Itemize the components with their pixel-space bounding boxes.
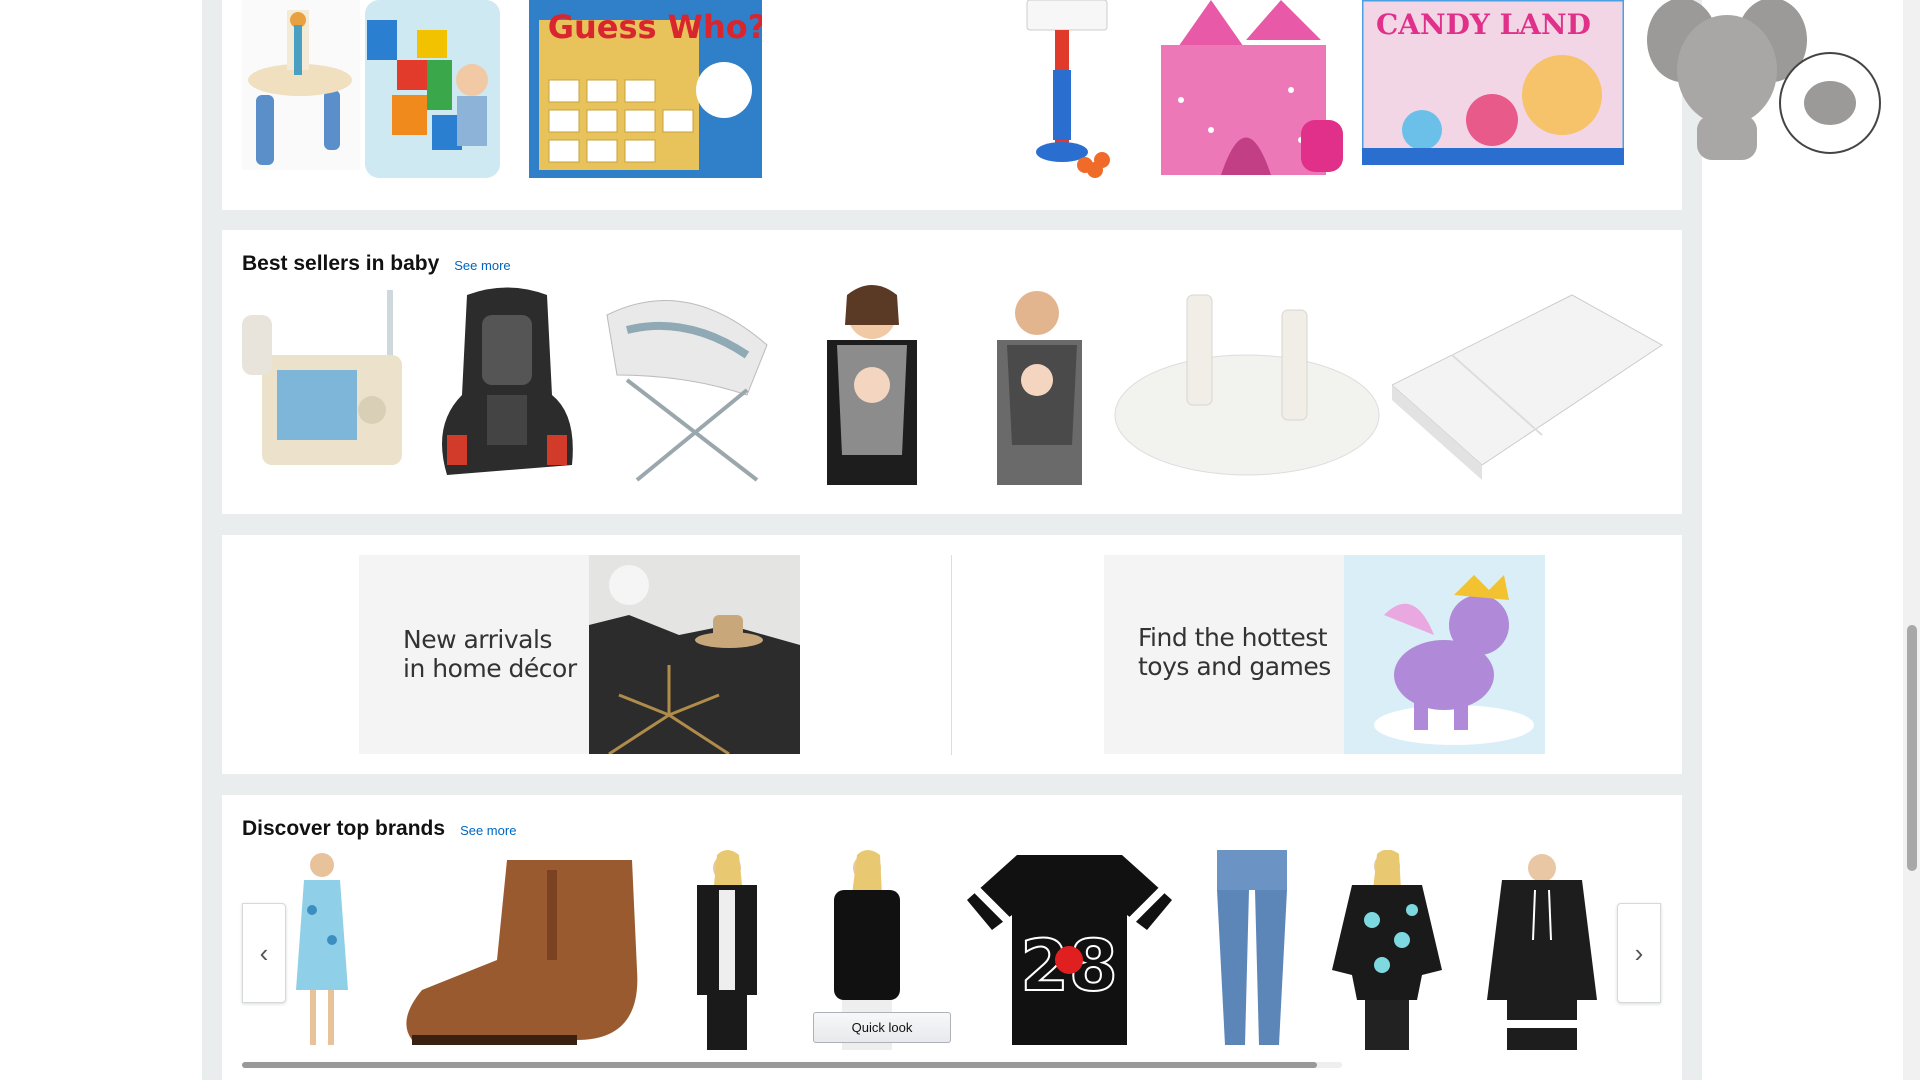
product-basketball-hoop[interactable]: [1017, 0, 1127, 180]
promo-toys-games[interactable]: Find the hottest toys and games: [1104, 555, 1545, 754]
product-changing-pad[interactable]: [1392, 285, 1667, 485]
product-outlet-plug-cover[interactable]: [1112, 285, 1382, 485]
promo-card: New arrivals in home décor Find the hott…: [222, 535, 1682, 774]
product-ankle-boot[interactable]: [397, 850, 642, 1050]
product-baby-wrap-man[interactable]: [972, 285, 1102, 485]
product-car-seat[interactable]: [427, 285, 587, 485]
page-scrollbar[interactable]: [1903, 0, 1920, 1080]
promo-toys-games-text: Find the hottest toys and games: [1138, 623, 1331, 681]
product-baby-monitor[interactable]: [242, 285, 412, 480]
carousel-prev-button[interactable]: ‹: [242, 903, 286, 1003]
baby-see-more-link[interactable]: See more: [454, 258, 510, 273]
pony-toy-image: [1344, 555, 1545, 754]
promo-home-decor-line1: New arrivals: [403, 625, 552, 654]
carousel-next-button[interactable]: ›: [1617, 903, 1661, 1003]
product-blue-jeans[interactable]: [1207, 850, 1297, 1050]
chevron-right-icon: ›: [1634, 937, 1644, 968]
product-candy-land[interactable]: CANDY LAND: [1362, 0, 1624, 165]
product-baby-wrap-woman[interactable]: [787, 285, 962, 485]
product-floral-dress[interactable]: [282, 850, 362, 1050]
product-black-hoodie[interactable]: [1477, 850, 1607, 1050]
product-cardigan-outfit[interactable]: [677, 850, 777, 1050]
quick-look-button[interactable]: Quick look: [813, 1012, 951, 1043]
chevron-left-icon: ‹: [259, 937, 269, 968]
brands-see-more-link[interactable]: See more: [460, 823, 516, 838]
top-brands-card: Discover top brands See more ‹ › Quick l…: [222, 795, 1682, 1080]
promo-home-decor-line2: in home décor: [403, 654, 577, 683]
page-scrollbar-thumb[interactable]: [1907, 625, 1917, 871]
carousel-scrollbar-thumb[interactable]: [242, 1062, 1317, 1068]
product-plush-elephant[interactable]: [1642, 0, 1887, 170]
product-minnie-tee[interactable]: 28: [967, 850, 1172, 1050]
baby-section-title: Best sellers in baby: [242, 252, 440, 275]
promo-toys-games-line1: Find the hottest: [1138, 623, 1328, 652]
product-guess-who[interactable]: Guess Who?: [529, 0, 762, 178]
promo-divider: [951, 555, 952, 755]
product-mega-bloks[interactable]: [357, 0, 509, 180]
brands-section-title: Discover top brands: [242, 817, 446, 840]
promo-home-decor[interactable]: New arrivals in home décor: [359, 555, 800, 754]
baby-section-header: Best sellers in baby See more: [242, 252, 511, 276]
home-decor-image: [589, 555, 800, 754]
toys-row-card: Guess Who? CANDY LAND: [222, 0, 1881, 210]
best-sellers-baby-card: Best sellers in baby See more: [222, 230, 1682, 514]
product-castle-tent[interactable]: [1151, 0, 1351, 180]
brands-section-header: Discover top brands See more: [242, 817, 516, 841]
product-water-table[interactable]: [242, 0, 360, 170]
product-baby-rocker[interactable]: [597, 285, 777, 485]
candy-land-title-text: CANDY LAND: [1376, 8, 1591, 41]
promo-home-decor-text: New arrivals in home décor: [403, 625, 577, 683]
guess-who-title-text: Guess Who?: [548, 8, 762, 46]
carousel-scrollbar[interactable]: [242, 1062, 1342, 1068]
promo-toys-games-line2: toys and games: [1138, 652, 1331, 681]
product-floral-blouse[interactable]: [1327, 850, 1447, 1050]
